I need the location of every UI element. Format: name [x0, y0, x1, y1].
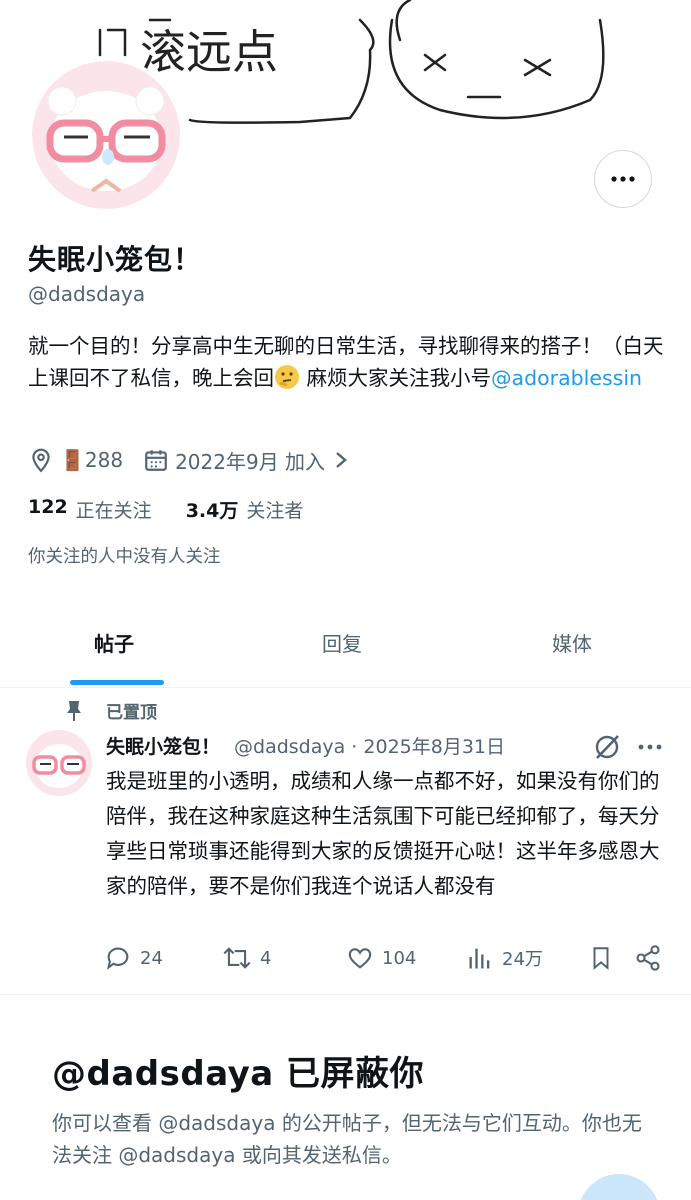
joined-item[interactable]: 2022年9月 加入 — [143, 446, 357, 475]
location-item: 🚪288 — [28, 447, 123, 473]
location-icon — [32, 448, 50, 473]
post-author-handle[interactable]: @dadsdaya · 2025年8月31日 — [234, 732, 505, 759]
joined-label: 2022年9月 加入 — [175, 449, 326, 474]
like-icon — [348, 948, 372, 969]
repost-icon — [223, 947, 251, 969]
like-button[interactable]: 104 — [346, 944, 416, 972]
views-count: 24万 — [502, 949, 543, 970]
post-header-icons — [592, 732, 664, 762]
repost-count: 4 — [260, 947, 272, 969]
share-button[interactable] — [634, 944, 670, 972]
post-actions: 24 4 104 24万 — [104, 944, 670, 976]
display-name: 失眠小笼包！ — [28, 243, 203, 276]
share-icon — [636, 945, 660, 971]
blocked-title: @dadsdaya 已屏蔽你 — [52, 1054, 425, 1094]
bio-link[interactable]: @adorablessin — [491, 366, 642, 390]
blocked-description: 你可以查看 @dadsdaya 的公开帖子，但无法与它们互动。你也无法关注 @d… — [52, 1111, 642, 1167]
post-author-name[interactable]: 失眠小笼包！ — [106, 732, 220, 759]
post-text: 我是班里的小透明，成绩和人缘一点都不好，如果没有你们的陪伴，我在这种家庭这种生活… — [106, 769, 660, 898]
tab-posts[interactable]: 帖子 — [94, 628, 134, 657]
post-header: 失眠小笼包！ @dadsdaya · 2025年8月31日 — [106, 732, 505, 759]
reply-icon — [107, 947, 129, 970]
repost-button[interactable]: 4 — [222, 944, 271, 972]
active-tab-indicator — [70, 680, 164, 685]
compose-button[interactable] — [578, 1174, 660, 1200]
profile-meta: 🚪288 2022年9月 加入 — [28, 445, 377, 475]
grok-icon[interactable] — [592, 732, 622, 762]
chevron-right-icon — [336, 452, 347, 468]
tab-media[interactable]: 媒体 — [552, 628, 592, 657]
views-button[interactable]: 24万 — [466, 944, 543, 972]
following-count: 122 — [28, 496, 68, 518]
profile-tabs: 帖子 回复 媒体 — [0, 600, 691, 688]
tab-replies[interactable]: 回复 — [322, 628, 362, 657]
profile-avatar[interactable] — [28, 57, 184, 213]
post-avatar[interactable] — [26, 730, 92, 796]
followers-link[interactable]: 3.4万 关注者 — [186, 496, 304, 523]
profile-bio: 就一个目的！分享高中生无聊的日常生活，寻找聊得来的搭子！（白天上课回不了私信，晚… — [28, 330, 668, 394]
followed-by-text: 你关注的人中没有人关注 — [28, 547, 221, 567]
calendar-icon — [145, 450, 167, 471]
bio-text-2: 麻烦大家关注我小号 — [300, 366, 492, 390]
views-icon — [469, 948, 490, 969]
follow-stats: 122 正在关注 3.4万 关注者 — [28, 496, 337, 523]
pinned-label: 已置顶 — [106, 703, 157, 723]
followers-label: 关注者 — [246, 500, 304, 522]
like-count: 104 — [382, 947, 417, 969]
post-more-icon[interactable] — [638, 743, 664, 751]
more-icon — [611, 176, 635, 182]
profile-handle: @dadsdaya — [28, 282, 146, 306]
location-label: 🚪288 — [60, 448, 124, 472]
avatar-image — [32, 61, 180, 209]
reply-button[interactable]: 24 — [104, 944, 163, 972]
bookmark-icon — [593, 947, 609, 970]
following-link[interactable]: 122 正在关注 — [28, 496, 152, 523]
more-options-button[interactable] — [594, 150, 652, 208]
thinking-emoji-icon — [275, 365, 299, 389]
following-label: 正在关注 — [75, 500, 152, 522]
pin-icon — [67, 700, 81, 721]
reply-count: 24 — [140, 947, 163, 969]
bookmark-button[interactable] — [588, 944, 622, 972]
section-divider — [0, 994, 691, 995]
followers-count: 3.4万 — [185, 500, 239, 522]
post-avatar-image — [26, 730, 92, 796]
banner-text: 滚远点 — [140, 25, 278, 79]
pinned-label-row: 已置顶 — [64, 698, 157, 723]
